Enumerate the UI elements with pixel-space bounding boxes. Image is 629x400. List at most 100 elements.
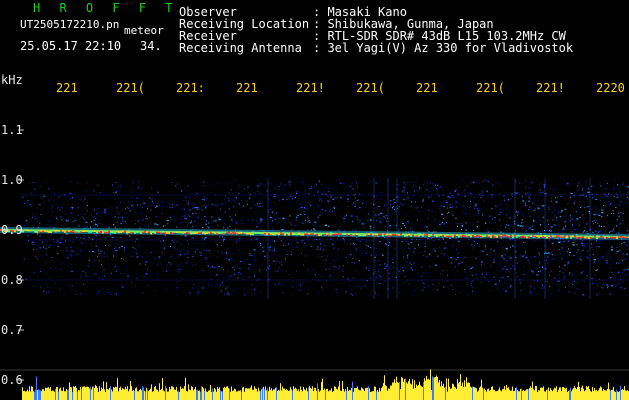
noise-pixel <box>575 211 577 213</box>
noise-pixel <box>601 209 604 211</box>
meter-bar <box>57 386 58 400</box>
meter-bar <box>583 388 584 400</box>
noise-pixel <box>580 243 583 244</box>
noise-pixel <box>425 189 428 190</box>
noise-pixel <box>438 220 440 222</box>
noise-pixel <box>609 231 611 233</box>
noise-pixel <box>378 294 380 296</box>
carrier-pixel <box>342 233 344 235</box>
meter-bar <box>245 388 246 400</box>
noise-pixel <box>307 221 309 223</box>
noise-pixel <box>350 254 352 255</box>
noise-pixel <box>305 208 308 210</box>
noise-pixel <box>407 255 409 257</box>
meter-bar <box>226 386 227 400</box>
carrier-pixel <box>42 230 44 233</box>
noise-pixel <box>143 202 146 204</box>
meter-bar <box>553 389 554 400</box>
noise-pixel <box>553 258 555 260</box>
meter-bar <box>507 388 508 400</box>
noise-pixel <box>304 211 306 213</box>
meter-bar <box>336 388 337 400</box>
noise-pixel <box>205 258 207 260</box>
noise-pixel <box>461 180 463 182</box>
noise-pixel <box>602 287 604 289</box>
carrier-pixel <box>154 232 156 234</box>
meter-bar <box>44 390 45 400</box>
noise-pixel <box>149 235 150 237</box>
meter-bar <box>607 388 608 400</box>
noise-pixel <box>556 283 558 285</box>
noise-pixel <box>540 183 542 185</box>
carrier-pixel <box>586 237 588 239</box>
noise-pixel <box>510 285 512 287</box>
noise-pixel <box>84 272 86 274</box>
noise-pixel <box>598 225 600 227</box>
noise-pixel <box>65 219 67 221</box>
noise-pixel <box>172 204 173 205</box>
noise-pixel <box>317 191 319 193</box>
carrier-pixel <box>394 234 396 236</box>
noise-pixel <box>603 225 604 227</box>
noise-pixel <box>490 196 493 198</box>
carrier-pixel <box>112 231 114 234</box>
meter-bar <box>622 389 623 400</box>
noise-pixel <box>162 237 164 239</box>
noise-pixel <box>127 275 129 277</box>
noise-pixel <box>229 200 231 202</box>
noise-pixel <box>66 220 69 222</box>
noise-pixel <box>529 255 531 257</box>
noise-pixel <box>129 235 131 237</box>
meter-bar <box>151 384 152 400</box>
carrier-pixel <box>610 236 612 239</box>
carrier-pixel <box>290 232 292 234</box>
noise-pixel <box>336 258 338 260</box>
noise-pixel <box>605 188 607 190</box>
noise-pixel <box>257 185 259 187</box>
meter-bar <box>290 387 291 400</box>
meter-bar <box>468 382 469 400</box>
meter-bar <box>544 391 545 400</box>
noise-pixel <box>360 249 362 251</box>
carrier-pixel <box>176 231 178 234</box>
noise-pixel <box>154 258 156 260</box>
meter-bar <box>56 387 57 400</box>
noise-pixel <box>568 291 571 293</box>
noise-pixel <box>231 189 232 191</box>
noise-pixel <box>149 203 151 205</box>
noise-pixel <box>217 224 219 226</box>
carrier-pixel <box>270 233 272 235</box>
noise-pixel <box>352 277 354 279</box>
carrier-pixel <box>560 236 562 238</box>
meter-bar <box>92 386 93 400</box>
carrier-pixel <box>334 233 336 236</box>
noise-pixel <box>217 183 219 185</box>
noise-pixel <box>422 201 424 203</box>
noise-pixel <box>264 256 266 258</box>
noise-pixel <box>342 183 345 185</box>
noise-pixel <box>177 248 179 250</box>
noise-pixel <box>547 252 550 254</box>
carrier-pixel <box>350 234 352 236</box>
noise-pixel <box>324 193 326 195</box>
noise-pixel <box>464 268 466 270</box>
noise-pixel <box>37 221 38 223</box>
noise-pixel <box>533 220 535 222</box>
noise-pixel <box>95 224 98 226</box>
noise-pixel <box>242 218 244 220</box>
meter-bar <box>94 387 95 400</box>
meter-bar <box>530 386 531 400</box>
noise-pixel <box>320 276 322 278</box>
meter-bar <box>545 391 546 400</box>
carrier-pixel <box>248 232 250 235</box>
noise-pixel <box>58 289 60 291</box>
meter-bar <box>95 384 96 400</box>
noise-pixel <box>421 228 423 230</box>
noise-pixel <box>203 249 205 251</box>
carrier-pixel <box>600 235 602 238</box>
noise-pixel <box>70 255 72 257</box>
noise-pixel <box>493 276 495 278</box>
noise-pixel <box>549 285 551 287</box>
carrier-pixel <box>526 236 528 239</box>
noise-pixel <box>282 217 285 219</box>
